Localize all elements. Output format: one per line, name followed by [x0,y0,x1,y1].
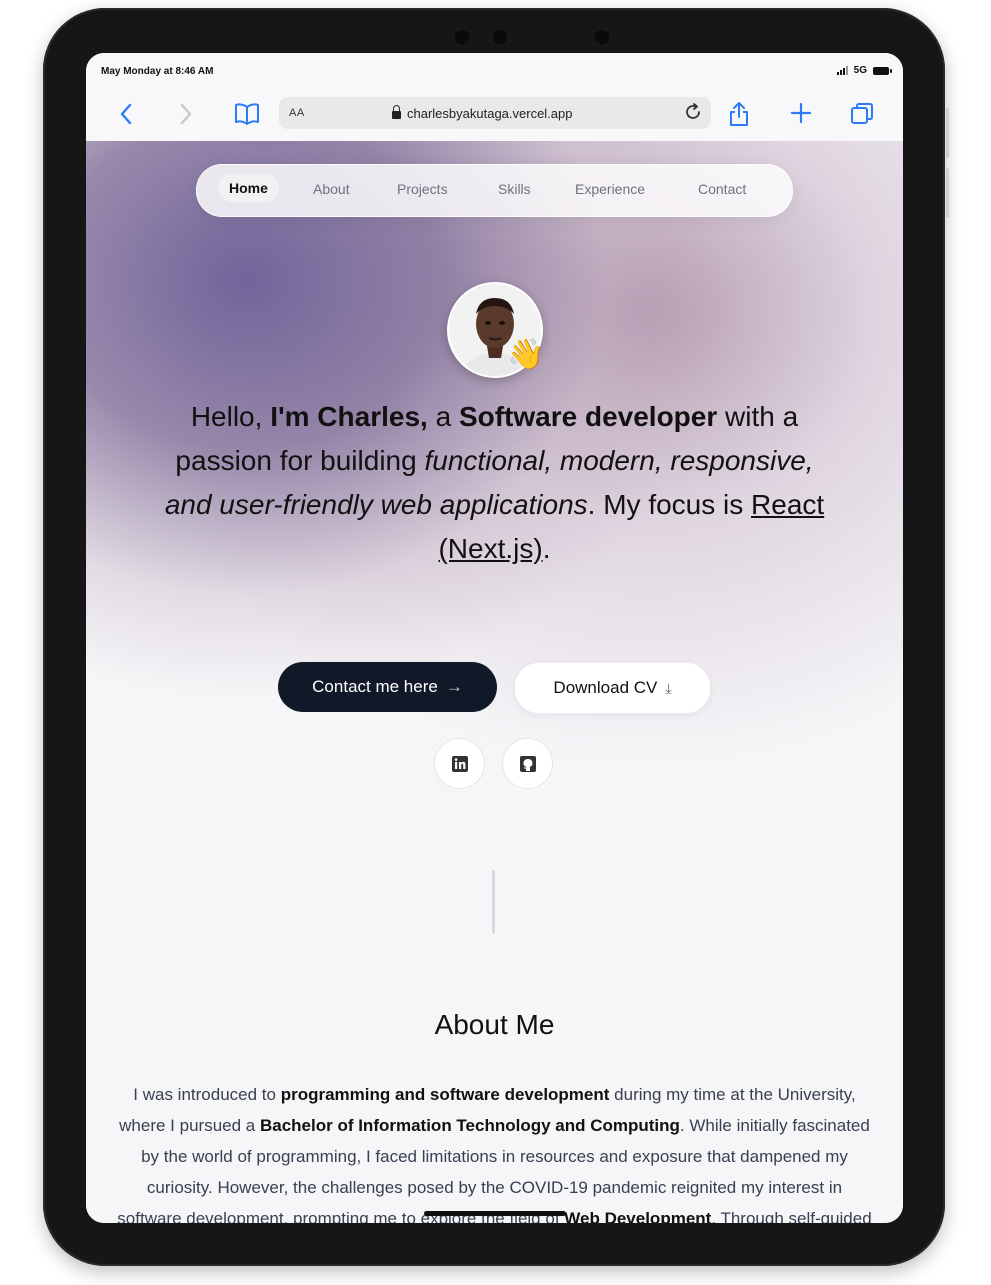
hero-intro: Hello, I'm Charles, a Software developer… [156,395,833,571]
intro-name: I'm Charles, [270,401,428,432]
intro-role: Software developer [458,401,718,432]
share-icon[interactable] [728,101,750,131]
github-icon [519,755,536,772]
contact-button[interactable]: Contact me here → [278,662,497,712]
about-paragraph: I was introduced to programming and soft… [116,1079,873,1223]
section-divider [492,870,495,934]
url-display[interactable]: charlesbyakutaga.vercel.app [392,105,573,121]
text-size-button[interactable]: AA [289,107,305,119]
about-highlight: Web Development [564,1209,712,1223]
nav-item-skills[interactable]: Skills [498,181,531,197]
intro-greeting: Hello, [190,401,271,432]
about-highlight: Bachelor of Information Technology and C… [259,1116,680,1135]
browser-toolbar: AA charlesbyakutaga.vercel.app [86,87,903,142]
new-tab-icon[interactable] [790,102,812,128]
github-button[interactable] [502,738,553,789]
home-indicator[interactable] [424,1211,566,1216]
forward-icon[interactable] [179,103,193,129]
site-nav: Home About Projects Skills Experience Co… [196,164,793,217]
tablet-screen: May Monday at 8:46 AM 5G AA charlesbyaku… [86,53,903,1223]
download-cv-label: Download CV [553,678,658,697]
url-text: charlesbyakutaga.vercel.app [407,106,573,121]
camera-lens [593,28,611,46]
tabs-icon[interactable] [850,102,874,130]
nav-item-contact[interactable]: Contact [698,181,746,197]
intro-focus-prefix: My focus is [595,489,752,520]
wave-emoji: 👋 [507,338,545,371]
camera-array [453,28,623,46]
contact-button-label: Contact me here [312,677,438,696]
intro-end: . [542,533,551,564]
back-icon[interactable] [119,103,133,129]
status-time: May Monday at 8:46 AM [101,66,214,77]
nav-item-home[interactable]: Home [218,174,279,202]
status-bar: May Monday at 8:46 AM 5G [86,53,903,87]
signal-icon [836,66,848,75]
bookmarks-icon[interactable] [234,103,260,129]
about-highlight: programming and software development [280,1085,610,1104]
reload-icon[interactable] [683,102,703,127]
address-bar[interactable]: AA charlesbyakutaga.vercel.app [279,97,711,129]
linkedin-icon [451,755,468,772]
about-title: About Me [434,1009,555,1040]
nav-item-projects[interactable]: Projects [397,181,448,197]
network-label: 5G [853,65,867,76]
arrow-right-icon: → [445,677,463,696]
battery-icon [873,66,892,75]
linkedin-button[interactable] [434,738,485,789]
download-cv-button[interactable]: Download CV ⤓ [514,662,711,714]
lock-icon [392,105,401,119]
about-text: I was introduced to [133,1085,281,1104]
camera-lens [491,28,509,46]
volume-button [946,108,949,158]
intro-article: a [427,401,459,432]
nav-item-experience[interactable]: Experience [575,181,645,197]
download-icon: ⤓ [665,679,672,696]
volume-button-2 [946,168,949,218]
nav-item-about[interactable]: About [313,181,350,197]
camera-lens [453,28,471,46]
website-page: Home About Projects Skills Experience Co… [86,141,903,1223]
status-indicators: 5G [836,65,892,76]
